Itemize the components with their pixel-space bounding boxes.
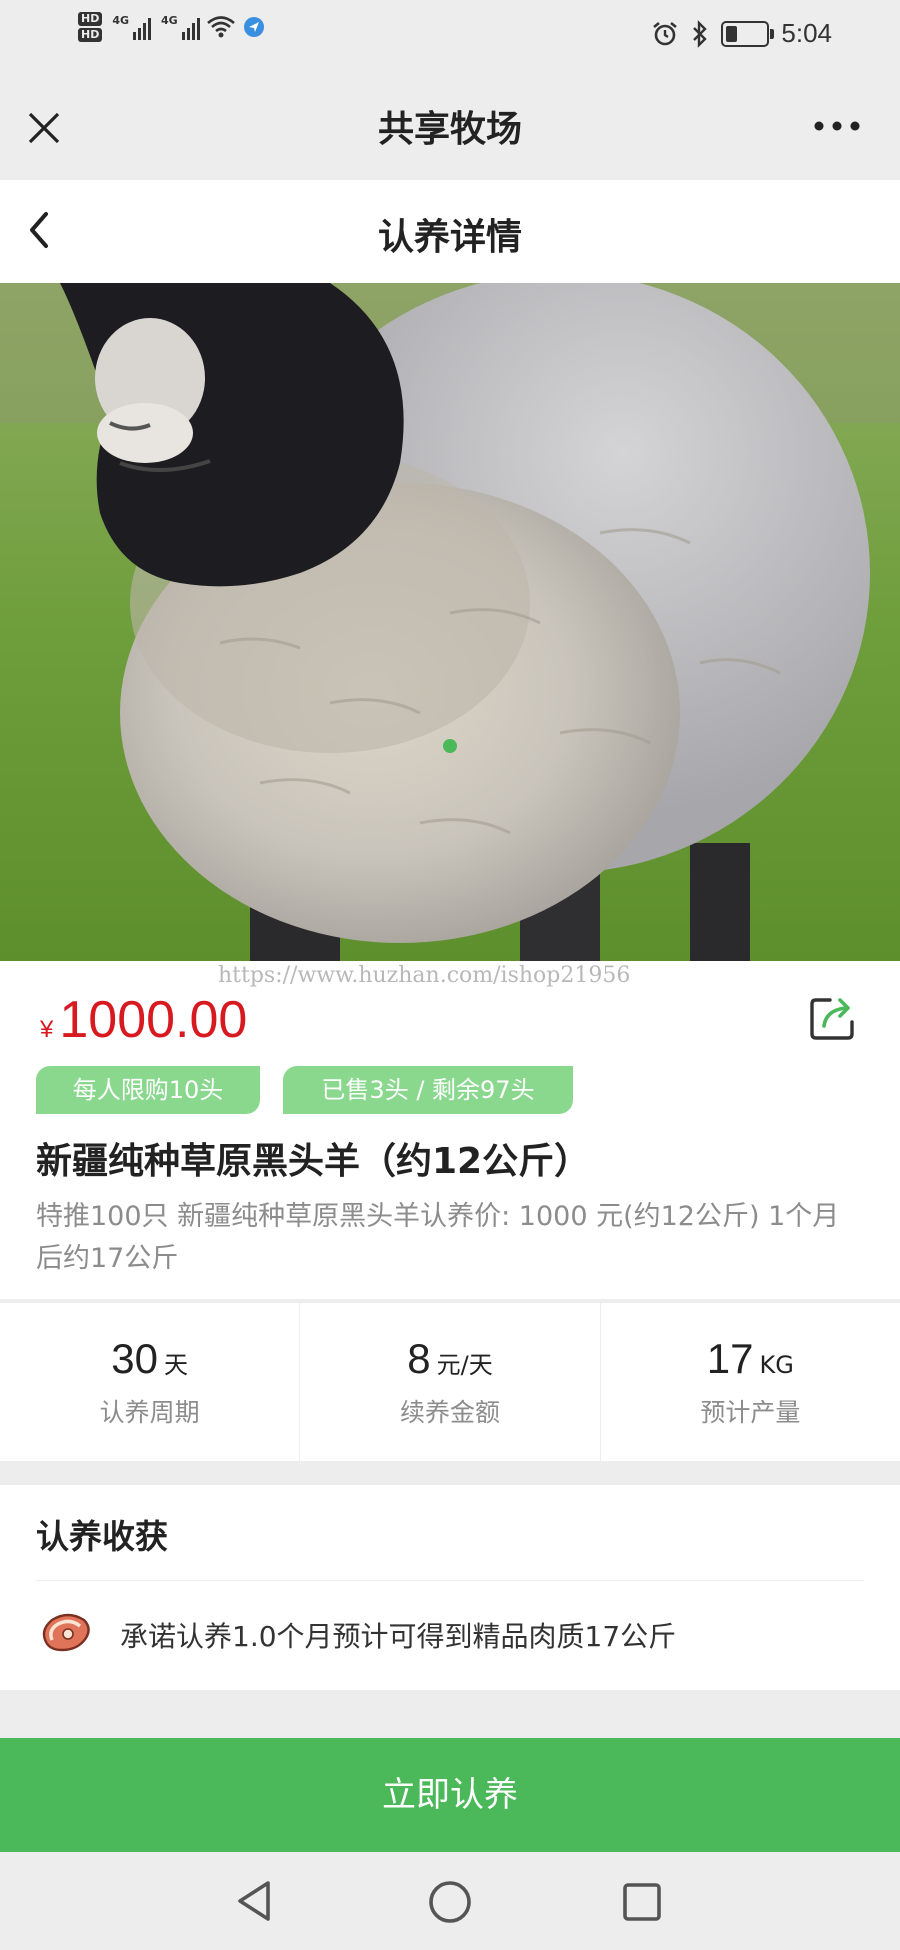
stock-tag: 已售3头 / 剩余97头 [283, 1066, 573, 1114]
sheep-photo [0, 283, 900, 961]
adopt-now-button[interactable]: 立即认养 [0, 1738, 900, 1852]
meat-icon [42, 1613, 90, 1652]
battery-level [726, 25, 738, 42]
signal-icon: 4G [161, 14, 200, 40]
product-title: 新疆纯种草原黑头羊（约12公斤） [36, 1141, 591, 1182]
stat-label: 预计产量 [700, 1398, 801, 1427]
alarm-icon [653, 21, 678, 45]
stats-row: 30 天 认养周期 8 元/天 续养金额 17 KG 预计产量 [0, 1303, 900, 1461]
hd-label-1: HD [78, 12, 103, 26]
stat-unit: KG [759, 1351, 794, 1379]
watermark-text: https://www.huzhan.com/ishop21956 [218, 963, 631, 988]
harvest-text: 承诺认养1.0个月预计可得到精品肉质17公斤 [120, 1620, 677, 1653]
nav-home-icon[interactable] [428, 1880, 472, 1924]
stat-period: 30 天 认养周期 [0, 1303, 301, 1461]
divider [36, 1580, 864, 1581]
bluetooth-icon [693, 19, 708, 48]
sim1-label: 4G [112, 14, 130, 27]
clock: 5:04 [781, 18, 832, 48]
status-right-icons: 5:04 [651, 18, 832, 49]
wifi-icon [206, 16, 235, 38]
signal-icon: 4G [112, 14, 152, 40]
hd-label-2: HD [78, 28, 103, 42]
stat-unit: 元/天 [436, 1351, 493, 1379]
harvest-title: 认养收获 [36, 1517, 168, 1556]
nav-recents-icon[interactable] [622, 1882, 662, 1922]
mini-program-title: 共享牧场 [377, 109, 522, 150]
stat-value: 8 [407, 1335, 431, 1382]
stat-expected-yield: 17 KG 预计产量 [601, 1303, 900, 1461]
stat-value: 17 [706, 1335, 754, 1382]
share-icon[interactable] [808, 994, 858, 1042]
product-description: 特推100只 新疆纯种草原黑头羊认养价: 1000 元(约12公斤) 1个月后约… [36, 1201, 840, 1274]
page-title: 认养详情 [377, 217, 522, 258]
price-value: 1000.00 [59, 991, 248, 1049]
battery-icon [721, 20, 775, 47]
currency-symbol: ¥ [40, 1016, 54, 1043]
price: ¥ 1000.00 [40, 990, 247, 1050]
carousel-indicator[interactable] [443, 739, 457, 753]
hd-indicator: HD HD [78, 12, 103, 42]
stat-unit: 天 [164, 1351, 189, 1379]
app-notification-icon [243, 17, 264, 37]
product-image-carousel[interactable] [0, 283, 900, 961]
more-icon[interactable] [812, 116, 862, 136]
stat-renewal-fee: 8 元/天 续养金额 [300, 1303, 601, 1461]
nav-back-icon[interactable] [234, 1878, 276, 1924]
stat-value: 30 [111, 1335, 159, 1382]
stat-label: 认养周期 [99, 1398, 200, 1427]
sim2-label: 4G [161, 14, 178, 27]
purchase-limit-tag: 每人限购10头 [36, 1066, 260, 1114]
stat-label: 续养金额 [399, 1398, 500, 1427]
status-left-icons: HD HD 4G 4G [78, 12, 266, 42]
